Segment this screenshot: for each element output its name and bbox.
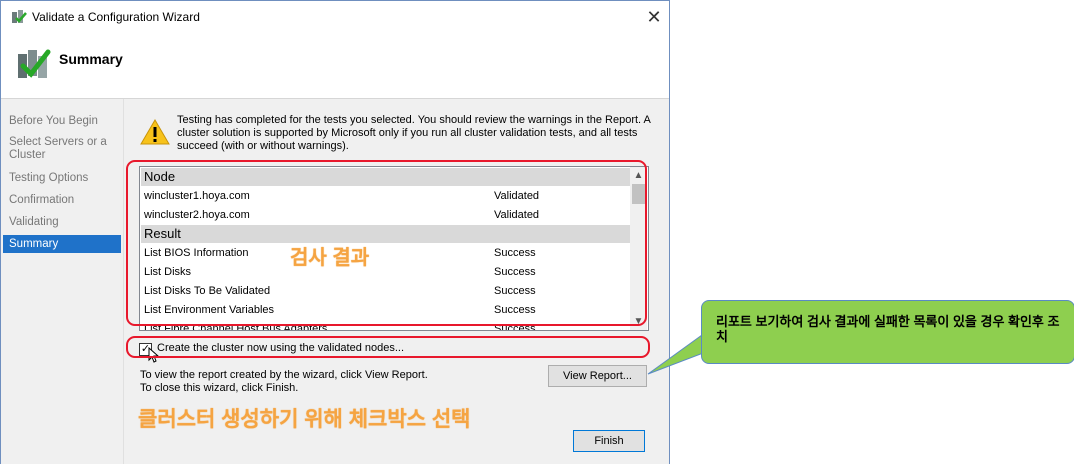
nav-item-validating[interactable]: Validating: [3, 216, 121, 229]
view-report-button[interactable]: View Report...: [548, 365, 647, 387]
warning-icon: [140, 119, 170, 145]
wizard-header: Summary: [1, 32, 669, 99]
window-title: Validate a Configuration Wizard: [32, 10, 200, 24]
report-callout: 리포트 보기하여 검사 결과에 실패한 목록이 있을 경우 확인후 조치: [701, 300, 1074, 364]
nav-item-summary[interactable]: Summary: [3, 235, 121, 253]
view-report-hint: To view the report created by the wizard…: [140, 369, 428, 381]
wizard-steps-nav: Before You Begin Select Servers or a Clu…: [1, 99, 124, 464]
checkbox-annotation: 클러스터 생성하기 위해 체크박스 선택: [138, 408, 471, 431]
finish-button[interactable]: Finish: [573, 430, 645, 452]
nav-item-testing-options[interactable]: Testing Options: [3, 172, 121, 185]
checkbox-highlight-box: [126, 336, 650, 358]
cluster-validate-icon: [18, 49, 51, 78]
nav-item-before-you-begin[interactable]: Before You Begin: [3, 115, 121, 128]
callout-pointer: [647, 334, 707, 375]
title-bar: Validate a Configuration Wizard ✕: [1, 1, 669, 32]
result-annotation: 검사 결과: [290, 247, 370, 269]
cluster-app-icon: [12, 10, 27, 23]
close-wizard-hint: To close this wizard, click Finish.: [140, 382, 299, 394]
close-button[interactable]: ✕: [641, 5, 667, 29]
nav-item-select-servers[interactable]: Select Servers or a Cluster: [3, 136, 121, 162]
warning-message: Testing has completed for the tests you …: [177, 114, 651, 152]
results-highlight-box: [126, 160, 647, 326]
nav-item-confirmation[interactable]: Confirmation: [3, 194, 121, 207]
page-title: Summary: [59, 51, 123, 67]
